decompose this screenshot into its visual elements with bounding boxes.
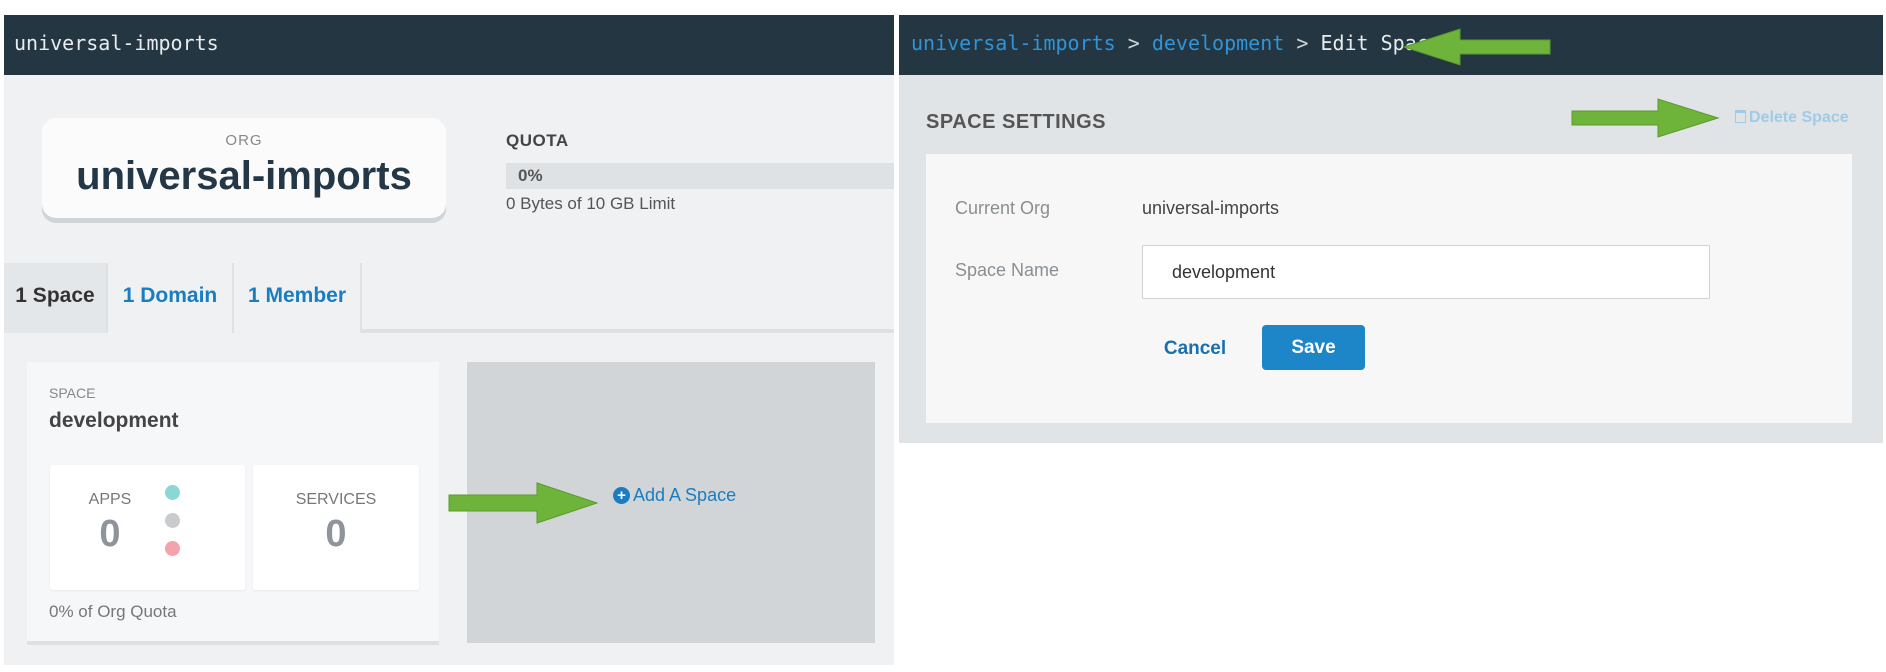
space-name-input[interactable] [1142, 245, 1710, 299]
stopped-status-dot-icon [165, 513, 180, 528]
org-card: ORG universal-imports [42, 118, 446, 218]
space-name-label: Space Name [955, 260, 1060, 280]
space-name[interactable]: development [49, 409, 179, 433]
arrow-annotation-icon [1402, 28, 1551, 66]
breadcrumb: universal-imports > development > Edit S… [899, 15, 1883, 75]
org-header-title: universal-imports [14, 31, 219, 55]
save-button[interactable]: Save [1262, 325, 1365, 370]
quota-title: QUOTA [506, 131, 569, 150]
add-space-label: Add A Space [633, 485, 737, 505]
org-quota-text: 0% of Org Quota [49, 602, 177, 621]
crashed-status-dot-icon [165, 541, 180, 556]
services-stat-box: SERVICES 0 [253, 465, 419, 590]
quota-progress-bar: 0% [506, 163, 894, 189]
tab-domains[interactable]: 1 Domain [108, 263, 234, 333]
breadcrumb-separator: > [1127, 31, 1140, 55]
cancel-button[interactable]: Cancel [1142, 328, 1248, 370]
apps-label: APPS [88, 491, 132, 508]
tab-spaces[interactable]: 1 Space [4, 263, 108, 333]
quota-limit-text: 0 Bytes of 10 GB Limit [506, 194, 676, 213]
apps-stat-box: APPS 0 [50, 465, 245, 590]
tab-members[interactable]: 1 Member [234, 263, 362, 333]
edit-space-panel: universal-imports > development > Edit S… [899, 15, 1883, 443]
delete-space-label: Delete Space [1749, 109, 1849, 126]
breadcrumb-separator: > [1296, 31, 1309, 55]
current-org-value: universal-imports [1142, 198, 1280, 218]
quota-percent: 0% [518, 166, 543, 185]
services-count: 0 [325, 513, 347, 555]
breadcrumb-org-link[interactable]: universal-imports [911, 31, 1116, 55]
org-name: universal-imports [76, 154, 412, 198]
services-label: SERVICES [295, 491, 377, 508]
arrow-annotation-icon [448, 482, 599, 524]
org-header-bar: universal-imports [4, 15, 894, 75]
space-card[interactable]: SPACE development APPS 0 SERVICES 0 0% o… [27, 362, 439, 645]
plus-circle-icon: + [613, 487, 630, 504]
space-settings-form: Current Org universal-imports Space Name… [926, 154, 1852, 423]
delete-space-link[interactable]: Delete Space [1735, 109, 1849, 127]
breadcrumb-space-link[interactable]: development [1152, 31, 1284, 55]
space-settings-title: SPACE SETTINGS [926, 111, 1106, 133]
org-overview-panel: universal-imports ORG universal-imports … [4, 15, 894, 665]
org-tabs: 1 Space 1 Domain 1 Member [4, 263, 894, 333]
add-space-link[interactable]: + Add A Space [613, 485, 736, 506]
trash-icon [1735, 110, 1746, 123]
apps-count: 0 [99, 513, 121, 555]
space-label: SPACE [49, 385, 96, 401]
arrow-annotation-icon [1571, 98, 1720, 138]
current-org-label: Current Org [955, 198, 1051, 218]
org-label: ORG [225, 132, 263, 149]
running-status-dot-icon [165, 485, 180, 500]
